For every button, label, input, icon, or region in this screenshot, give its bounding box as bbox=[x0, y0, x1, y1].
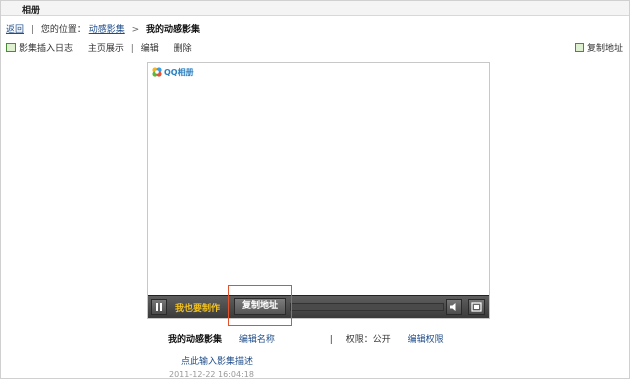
volume-icon bbox=[450, 303, 456, 311]
pause-button[interactable] bbox=[151, 299, 167, 315]
location-prefix: 您的位置： bbox=[40, 25, 86, 35]
qq-album-logo: QQ相册 bbox=[152, 67, 194, 78]
insert-log-icon bbox=[6, 43, 16, 52]
fullscreen-icon bbox=[471, 302, 482, 312]
album-date: 2011-12-22 16:04:18 bbox=[169, 370, 254, 379]
player-controls: 我也要制作 复制地址 bbox=[148, 295, 489, 318]
album-description-input[interactable]: 点此输入影集描述 bbox=[181, 354, 253, 367]
album-meta: 我的动感影集 编辑名称 | 权限：公开 编辑权限 bbox=[168, 332, 444, 345]
breadcrumb-arrow: > bbox=[131, 25, 140, 35]
album-player[interactable]: QQ相册 我也要制作 复制地址 bbox=[147, 62, 490, 319]
album-page: 相册 返回 | 您的位置： 动感影集 > 我的动感影集 影集插入日志 主页展示 … bbox=[0, 0, 630, 379]
qq-album-logo-text: QQ相册 bbox=[164, 68, 194, 77]
breadcrumb-parent-link[interactable]: 动感影集 bbox=[89, 22, 125, 35]
highlight-box bbox=[228, 285, 292, 326]
edit-name-link[interactable]: 编辑名称 bbox=[239, 335, 275, 345]
make-own-button[interactable]: 我也要制作 bbox=[175, 301, 220, 314]
fullscreen-button[interactable] bbox=[468, 299, 485, 315]
breadcrumb: 返回 | 您的位置： 动感影集 > 我的动感影集 bbox=[6, 22, 200, 35]
insert-log-button[interactable]: 影集插入日志 bbox=[6, 41, 73, 54]
toolbar-divider: | bbox=[130, 44, 134, 54]
window-titlebar: 相册 bbox=[1, 1, 629, 16]
home-show-button[interactable]: 主页展示 bbox=[88, 41, 124, 54]
album-toolbar: 影集插入日志 主页展示 | 编辑 删除 bbox=[6, 41, 192, 54]
window-title: 相册 bbox=[22, 6, 41, 16]
progress-bar[interactable] bbox=[290, 303, 444, 311]
album-name: 我的动感影集 bbox=[168, 335, 223, 345]
meta-divider: | bbox=[329, 335, 333, 345]
copy-icon bbox=[574, 43, 584, 52]
volume-button[interactable] bbox=[446, 299, 462, 315]
copy-address-label: 复制地址 bbox=[586, 44, 623, 54]
delete-button[interactable]: 删除 bbox=[174, 41, 192, 54]
permission-text: 权限：公开 bbox=[345, 335, 391, 345]
edit-permission-link[interactable]: 编辑权限 bbox=[408, 335, 444, 345]
copy-address-button[interactable]: 复制地址 bbox=[574, 41, 623, 54]
breadcrumb-divider: | bbox=[30, 25, 34, 35]
edit-button[interactable]: 编辑 bbox=[141, 41, 159, 54]
qq-album-logo-icon bbox=[152, 67, 162, 77]
insert-log-label: 影集插入日志 bbox=[19, 44, 74, 54]
back-link[interactable]: 返回 bbox=[6, 22, 24, 35]
breadcrumb-current: 我的动感影集 bbox=[146, 25, 201, 35]
